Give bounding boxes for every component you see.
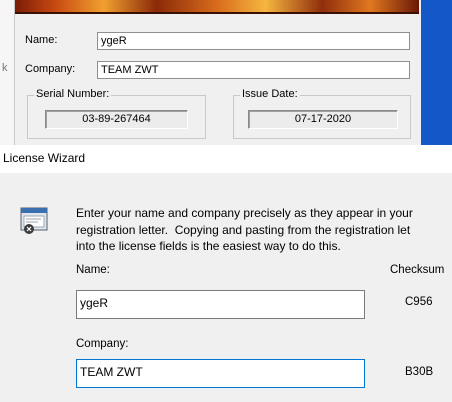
company-label: Company: [25,63,76,75]
issue-date-title: Issue Date: [240,88,300,100]
intro-line: Enter your name and company precisely as… [76,206,413,220]
banner-image [15,0,419,14]
company-input[interactable]: TEAM ZWT [76,359,365,388]
name-label: Name: [25,34,58,46]
edge-text: k [2,62,8,74]
intro-line: into the license fields is the easiest w… [76,239,341,253]
checksum-header: Checksum [390,264,445,276]
intro-line: registration letter. Copying and pasting… [76,222,411,237]
name-checksum: C956 [405,296,433,308]
company-field[interactable]: TEAM ZWT [97,61,410,79]
issue-date-group: Issue Date: 07-17-2020 [233,88,411,139]
background-window-edge: k [0,0,15,145]
company-checksum: B30B [405,366,434,378]
title-bar[interactable]: License Wizard [0,145,452,173]
license-wizard-window: License Wizard Enter your name and compa… [0,145,452,402]
name-label: Name: [76,264,110,276]
serial-number-group: Serial Number: 03-89-267464 [27,88,206,139]
license-wizard-icon [20,207,48,234]
serial-number-field: 03-89-267464 [45,110,188,129]
name-field[interactable]: ygeR [97,32,410,50]
name-input[interactable]: ygeR [76,290,365,319]
company-label: Company: [76,338,129,350]
background-dialog-panel: Name: ygeR Company: TEAM ZWT Serial Numb… [14,0,421,145]
intro-text: Enter your name and company precisely as… [76,205,452,255]
serial-number-title: Serial Number: [34,88,112,100]
background-dialog: k Name: ygeR Company: TEAM ZWT Serial Nu… [0,0,452,145]
issue-date-field: 07-17-2020 [248,110,398,129]
window-title: License Wizard [3,151,86,165]
